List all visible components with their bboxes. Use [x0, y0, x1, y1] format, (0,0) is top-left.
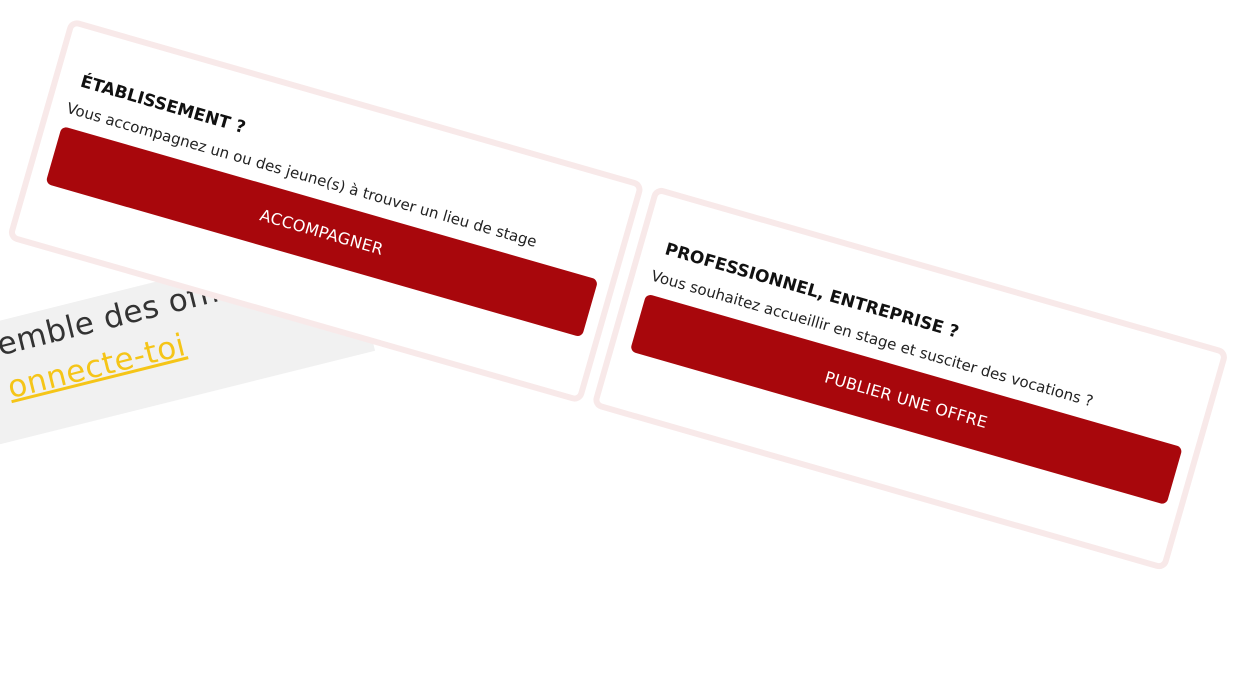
professional-card: PROFESSIONNEL, ENTREPRISE ? Vous souhait… [591, 185, 1230, 572]
establishment-card: ÉTABLISSEMENT ? Vous accompagnez un ou d… [6, 18, 645, 404]
cards-container: ÉTABLISSEMENT ? Vous accompagnez un ou d… [0, 18, 1254, 683]
